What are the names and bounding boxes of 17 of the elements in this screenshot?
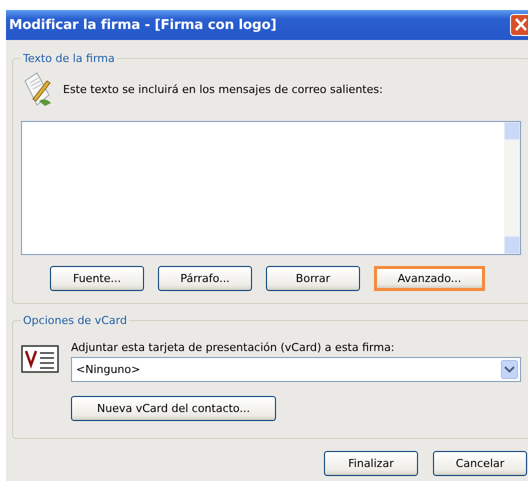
vcard-dropdown[interactable]: <Ninguno> [71,357,521,382]
group-legend: Opciones de vCard [21,314,129,327]
prompt-text: Adjuntar esta tarjeta de presentación (vCard) a esta firma: [71,341,396,354]
dialog-button[interactable]: Avanzado... [374,266,485,291]
dialog-button[interactable]: Cancelar [433,451,527,476]
group-legend: Texto de la firma [21,52,117,65]
vcard-icon [21,345,59,375]
new-vcard-button[interactable]: Nueva vCard del contacto... [71,396,276,421]
scrollbar[interactable] [504,122,520,254]
close-icon[interactable] [510,14,528,36]
window-title: Modificar la firma - [Firma con logo] [8,17,276,33]
prompt-text: Este texto se incluirá en los mensajes de correo salientes: [63,82,383,96]
dialog-button[interactable]: Párrafo... [158,266,252,291]
pen-paper-icon [23,71,53,107]
dialog-button[interactable]: Finalizar [324,451,418,476]
dialog-button[interactable]: Fuente... [50,266,144,291]
dialog-button[interactable]: Borrar [266,266,360,291]
